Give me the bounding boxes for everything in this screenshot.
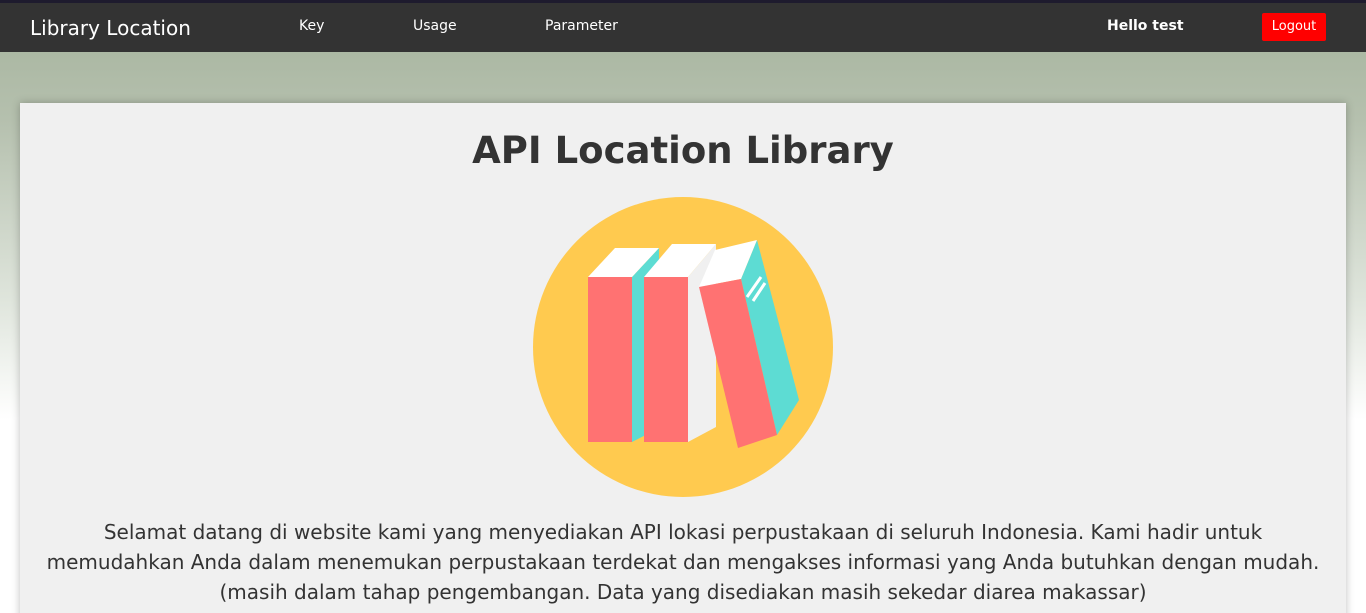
- top-navbar: Library Location Key Usage Parameter Hel…: [0, 0, 1366, 52]
- welcome-description: Selamat datang di website kami yang meny…: [40, 517, 1326, 607]
- books-icon: [533, 197, 833, 497]
- page-title: API Location Library: [472, 129, 894, 172]
- brand-link[interactable]: Library Location: [30, 16, 191, 40]
- nav-link-parameter[interactable]: Parameter: [545, 18, 618, 35]
- user-greeting: Hello test: [1107, 18, 1184, 34]
- description-line: Selamat datang di website kami yang meny…: [103, 520, 1263, 544]
- logout-button[interactable]: Logout: [1262, 13, 1326, 41]
- description-line: (masih dalam tahap pengembangan. Data ya…: [219, 580, 1147, 604]
- nav-link-key[interactable]: Key: [299, 18, 324, 35]
- main-card: API Location Library Selamat datang di w…: [20, 103, 1346, 613]
- nav-link-usage[interactable]: Usage: [413, 18, 457, 35]
- description-line: memudahkan Anda dalam menemukan perpusta…: [46, 550, 1320, 574]
